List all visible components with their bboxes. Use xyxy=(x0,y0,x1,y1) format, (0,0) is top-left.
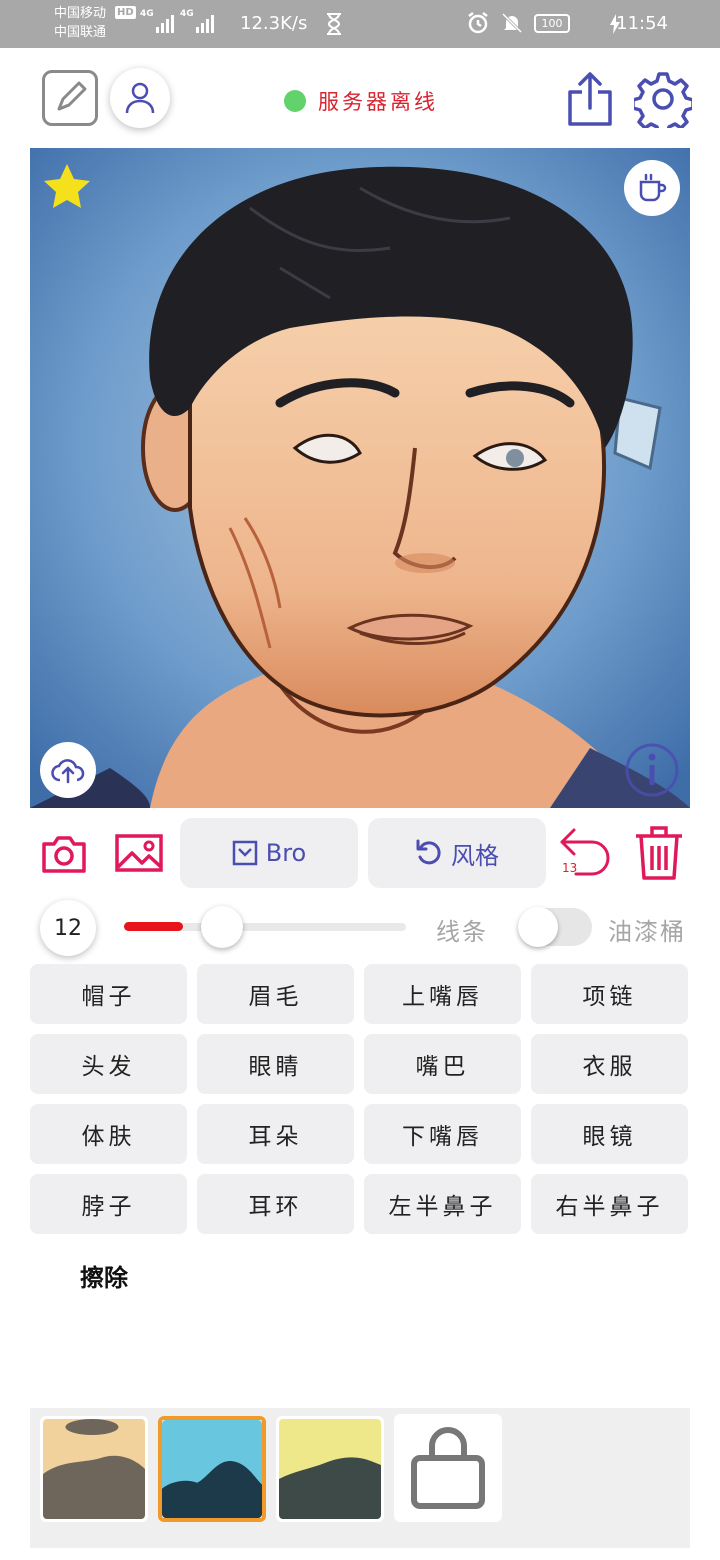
thumbnail-image-2 xyxy=(162,1420,262,1518)
style-thumbnail-2[interactable] xyxy=(158,1416,266,1522)
server-status-text: 服务器离线 xyxy=(318,90,438,114)
delete-button[interactable] xyxy=(632,824,686,882)
line-mode-label: 线条 xyxy=(436,918,488,946)
status-bar: 中国移动 中国联通 HD 4G 4G 12.3K/s 100 11:54 xyxy=(0,0,720,48)
cloud-upload-icon xyxy=(51,759,85,784)
part-button[interactable]: 眼镜 xyxy=(531,1104,688,1164)
brush-size-slider[interactable] xyxy=(124,906,406,948)
face-part-grid: 帽子 眉毛 上嘴唇 项链 头发 眼睛 嘴巴 衣服 体肤 耳朵 下嘴唇 眼镜 脖子… xyxy=(30,964,690,1234)
slider-thumb[interactable] xyxy=(201,906,244,948)
part-button[interactable]: 下嘴唇 xyxy=(364,1104,521,1164)
slider-fill xyxy=(124,922,184,931)
user-button[interactable] xyxy=(110,68,170,128)
style-thumbnail-1[interactable] xyxy=(40,1416,148,1522)
paint-bucket-toggle[interactable] xyxy=(518,907,592,947)
camera-icon xyxy=(42,836,86,873)
user-icon xyxy=(125,82,155,114)
alarm-icon xyxy=(468,12,488,34)
battery-icon: 100 xyxy=(534,13,570,33)
share-icon xyxy=(568,72,612,126)
part-button[interactable]: 上嘴唇 xyxy=(364,964,521,1024)
shop-button[interactable] xyxy=(394,1414,502,1522)
part-button[interactable]: 耳环 xyxy=(197,1174,354,1234)
thumbnail-image-1 xyxy=(43,1419,145,1519)
server-status: 服务器离线 xyxy=(284,86,438,116)
pencil-icon xyxy=(57,81,87,111)
settings-button[interactable] xyxy=(634,70,692,128)
thumbnail-image-3 xyxy=(279,1419,381,1519)
network-type-1: 4G xyxy=(140,9,154,19)
part-button[interactable]: 眼睛 xyxy=(197,1034,354,1094)
paint-bucket-label: 油漆桶 xyxy=(608,918,686,946)
upload-button[interactable] xyxy=(40,742,96,798)
share-button[interactable] xyxy=(566,70,614,126)
refresh-icon xyxy=(416,839,441,865)
hd-badge: HD xyxy=(115,6,136,19)
checkbox-icon xyxy=(232,840,257,866)
favorite-star-icon[interactable] xyxy=(42,162,92,210)
shopping-bag-icon xyxy=(411,1427,485,1509)
coffee-cup-icon xyxy=(639,173,667,202)
bro-button[interactable]: Bro xyxy=(180,818,358,888)
part-button[interactable]: 衣服 xyxy=(531,1034,688,1094)
gallery-button[interactable] xyxy=(114,830,164,876)
image-icon xyxy=(115,834,163,872)
info-icon[interactable] xyxy=(624,742,680,798)
part-button[interactable]: 右半鼻子 xyxy=(531,1174,688,1234)
signal-icon-2: 4G xyxy=(180,9,214,33)
style-thumbnail-3[interactable] xyxy=(276,1416,384,1522)
part-button[interactable]: 眉毛 xyxy=(197,964,354,1024)
coffee-button[interactable] xyxy=(624,160,680,216)
part-button[interactable]: 左半鼻子 xyxy=(364,1174,521,1234)
network-type-2: 4G xyxy=(180,9,194,19)
part-button[interactable]: 脖子 xyxy=(30,1174,187,1234)
network-speed: 12.3K/s xyxy=(240,13,308,34)
toggle-knob xyxy=(518,907,558,947)
hourglass-icon xyxy=(327,13,341,35)
style-label: 风格 xyxy=(451,841,499,870)
carrier-2: 中国联通 xyxy=(54,25,107,40)
edit-button[interactable] xyxy=(42,70,98,126)
trash-icon xyxy=(636,826,682,880)
bro-label: Bro xyxy=(265,839,307,867)
carrier-1: 中国移动 xyxy=(54,6,107,21)
erase-button[interactable]: 擦除 xyxy=(80,1258,128,1293)
part-button[interactable]: 体肤 xyxy=(30,1104,187,1164)
portrait-image xyxy=(30,148,690,808)
part-button[interactable]: 项链 xyxy=(531,964,688,1024)
style-button[interactable]: 风格 xyxy=(368,818,546,888)
clock: 11:54 xyxy=(616,13,668,34)
status-icons: 100 xyxy=(466,11,570,35)
undo-count: 13 xyxy=(562,861,578,875)
gear-icon xyxy=(634,72,692,128)
part-button[interactable]: 嘴巴 xyxy=(364,1034,521,1094)
status-dot xyxy=(284,90,306,112)
camera-button[interactable] xyxy=(40,830,88,878)
part-button[interactable]: 帽子 xyxy=(30,964,187,1024)
carrier-names: 中国移动 中国联通 xyxy=(54,4,106,42)
part-button[interactable]: 耳朵 xyxy=(197,1104,354,1164)
portrait-canvas[interactable] xyxy=(30,148,690,808)
part-button[interactable]: 头发 xyxy=(30,1034,187,1094)
brush-size-indicator: 12 xyxy=(40,900,96,956)
bell-muted-icon xyxy=(501,12,523,34)
signal-icon-1: 4G xyxy=(140,9,174,33)
